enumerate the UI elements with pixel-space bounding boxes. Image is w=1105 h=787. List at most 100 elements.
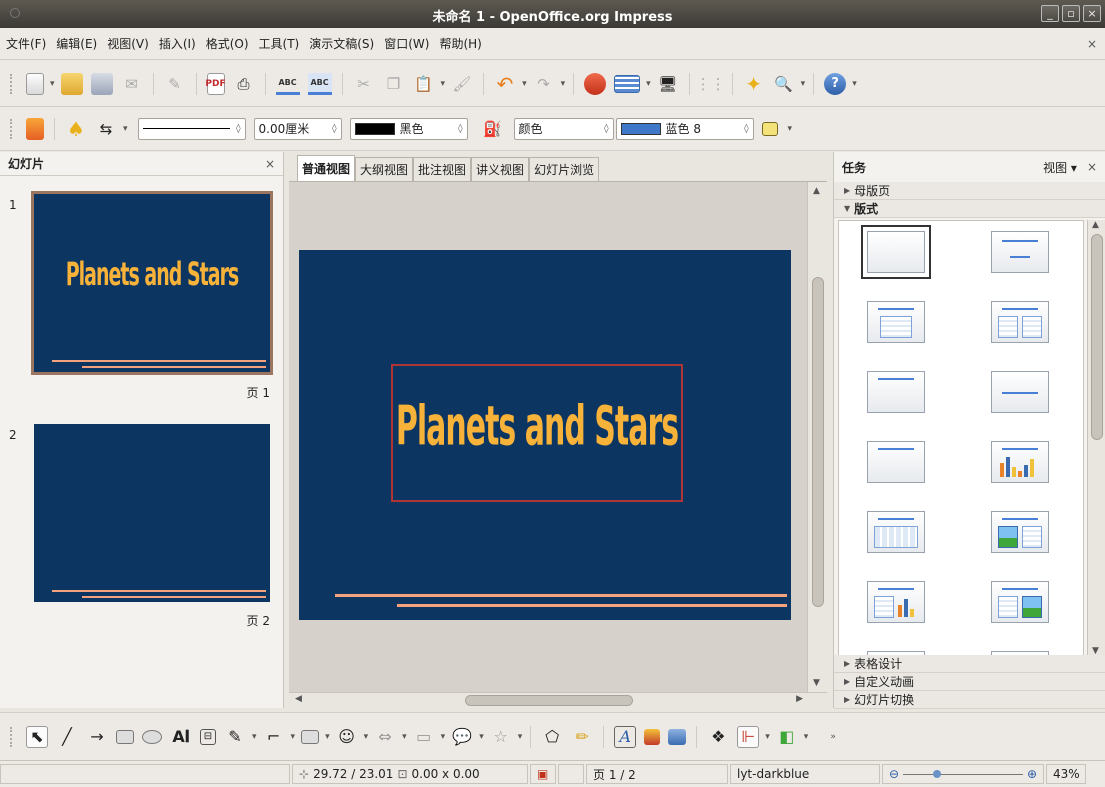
- print-icon[interactable]: ⎙: [233, 73, 255, 95]
- shadow-icon[interactable]: [761, 121, 778, 136]
- menu-slideshow[interactable]: 演示文稿(S): [309, 35, 374, 52]
- spellcheck-icon[interactable]: ABC: [275, 73, 300, 95]
- layout-title-box[interactable]: [867, 371, 925, 413]
- layout-title-content[interactable]: [867, 301, 925, 343]
- close-window-button[interactable]: ×: [1083, 5, 1101, 22]
- menu-window[interactable]: 窗口(W): [384, 35, 429, 52]
- styles-icon[interactable]: [26, 117, 44, 140]
- current-slide[interactable]: Planets and Stars: [299, 250, 791, 620]
- helplines-icon[interactable]: ⋮⋮: [696, 73, 726, 95]
- toolbar-options-icon[interactable]: ▾: [852, 79, 857, 89]
- spinner-icon[interactable]: ◊: [230, 124, 240, 134]
- scroll-left-icon[interactable]: ◀: [295, 694, 302, 704]
- layout-title-text-chart[interactable]: [867, 581, 925, 623]
- zoom-out-icon[interactable]: ⊖: [889, 767, 899, 781]
- close-panel-icon[interactable]: ×: [265, 157, 275, 171]
- line-style-select[interactable]: ◊: [137, 117, 246, 140]
- chevron-down-icon[interactable]: ▾: [325, 732, 330, 742]
- flowchart-icon[interactable]: ▭: [413, 726, 435, 748]
- close-panel-icon[interactable]: ×: [1087, 160, 1097, 174]
- view-menu-button[interactable]: 视图 ▾: [1043, 159, 1077, 176]
- chevron-down-icon[interactable]: ▾: [402, 732, 407, 742]
- layout-title-only[interactable]: [991, 231, 1049, 273]
- menu-help[interactable]: 帮助(H): [439, 35, 481, 52]
- zoom-in-icon[interactable]: ⊕: [1027, 767, 1037, 781]
- cut-icon[interactable]: ✂: [353, 73, 375, 95]
- table-icon[interactable]: [614, 74, 641, 93]
- fill-color-select[interactable]: 蓝色 8 ◊: [615, 117, 754, 140]
- layouts-scrollbar[interactable]: ▲ ▼: [1087, 220, 1105, 656]
- slide-preview[interactable]: Planets and Stars: [31, 191, 273, 375]
- chevron-down-icon[interactable]: ▾: [765, 732, 770, 742]
- scroll-down-icon[interactable]: ▼: [813, 678, 820, 688]
- layout-centered-text[interactable]: [991, 371, 1049, 413]
- zoom-track[interactable]: [903, 769, 1023, 778]
- curve-tool-icon[interactable]: ✎: [224, 726, 246, 748]
- menu-edit[interactable]: 编辑(E): [56, 35, 97, 52]
- chevron-down-icon[interactable]: ▾: [646, 79, 651, 89]
- paste-icon[interactable]: 📋: [413, 73, 435, 95]
- navigator-icon[interactable]: ✦: [743, 72, 765, 96]
- edit-file-icon[interactable]: ✎: [164, 73, 186, 95]
- layout-title-clipart-text[interactable]: [991, 511, 1049, 553]
- help-icon[interactable]: ?: [824, 72, 847, 95]
- layout-title-table[interactable]: [867, 511, 925, 553]
- save-icon[interactable]: [90, 72, 113, 95]
- close-document-icon[interactable]: ×: [1087, 37, 1097, 51]
- fit-text-icon[interactable]: ⊟: [200, 728, 216, 745]
- chart-icon[interactable]: [584, 72, 607, 95]
- line-color-select[interactable]: 黑色 ◊: [349, 117, 468, 140]
- points-icon[interactable]: ⬠: [541, 726, 563, 748]
- format-paintbrush-icon[interactable]: 🖌: [451, 73, 473, 95]
- tab-notes[interactable]: 批注视图: [413, 157, 472, 181]
- scroll-up-icon[interactable]: ▲: [813, 186, 820, 196]
- chevron-down-icon[interactable]: ▾: [50, 79, 55, 89]
- chevron-down-icon[interactable]: ▾: [479, 732, 484, 742]
- display-grid-icon[interactable]: 🖥: [657, 73, 679, 95]
- menu-view[interactable]: 视图(V): [107, 35, 149, 52]
- spinner-icon[interactable]: ◊: [326, 124, 336, 134]
- layout-blank[interactable]: [867, 231, 925, 273]
- line-tool-icon[interactable]: ╱: [56, 726, 78, 748]
- line-arrow-tool-icon[interactable]: →: [86, 726, 108, 748]
- glue-points-icon[interactable]: ✏: [571, 726, 593, 748]
- extrusion-icon[interactable]: ❖: [707, 726, 729, 748]
- chevron-down-icon[interactable]: ▾: [441, 732, 446, 742]
- section-slide-transition[interactable]: ▶ 幻灯片切换: [834, 691, 1105, 709]
- section-custom-animation[interactable]: ▶ 自定义动画: [834, 673, 1105, 691]
- chevron-down-icon[interactable]: ▾: [291, 732, 296, 742]
- spinner-icon[interactable]: ◊: [452, 124, 462, 134]
- arrange-icon[interactable]: ◧: [776, 726, 798, 748]
- tab-handout[interactable]: 讲义视图: [471, 157, 530, 181]
- gallery-icon[interactable]: [668, 728, 687, 745]
- scrollbar-thumb[interactable]: [465, 695, 633, 706]
- text-tool-icon[interactable]: A𝐈: [170, 726, 192, 748]
- document-modified-icon[interactable]: ▣: [530, 764, 556, 784]
- tab-slide-sorter[interactable]: 幻灯片浏览: [529, 157, 600, 181]
- spinner-icon[interactable]: ◊: [598, 124, 608, 134]
- line-width-field[interactable]: 0.00厘米 ◊: [253, 117, 342, 140]
- block-arrows-icon[interactable]: ⇔: [374, 726, 396, 748]
- scrollbar-thumb[interactable]: [812, 277, 824, 607]
- title-textbox[interactable]: Planets and Stars: [391, 364, 683, 502]
- chevron-down-icon[interactable]: ▾: [801, 79, 806, 89]
- layout-title-chart[interactable]: [991, 441, 1049, 483]
- chevron-down-icon[interactable]: ▾: [561, 79, 566, 89]
- maximize-button[interactable]: ▫: [1062, 5, 1080, 22]
- horizontal-scrollbar[interactable]: ◀ ▶: [289, 692, 827, 708]
- fill-type-select[interactable]: 颜色 ◊: [513, 117, 614, 140]
- menu-format[interactable]: 格式(O): [206, 35, 249, 52]
- toolbar-options-icon[interactable]: »: [830, 732, 836, 742]
- section-table-design[interactable]: ▶ 表格设计: [834, 655, 1105, 673]
- toolbar-grip[interactable]: [10, 73, 14, 94]
- basic-shapes-icon[interactable]: [301, 729, 320, 744]
- email-icon[interactable]: ✉: [121, 73, 143, 95]
- chevron-down-icon[interactable]: ▾: [441, 79, 446, 89]
- section-layouts[interactable]: ▼ 版式: [834, 200, 1105, 218]
- layout-title-object[interactable]: [867, 441, 925, 483]
- zoom-slider[interactable]: ⊖ ⊕: [882, 764, 1044, 784]
- chevron-down-icon[interactable]: ▾: [804, 732, 809, 742]
- toolbar-options-icon[interactable]: ▾: [788, 124, 793, 134]
- area-fill-icon[interactable]: ⛽: [482, 118, 504, 140]
- from-file-icon[interactable]: [644, 728, 661, 745]
